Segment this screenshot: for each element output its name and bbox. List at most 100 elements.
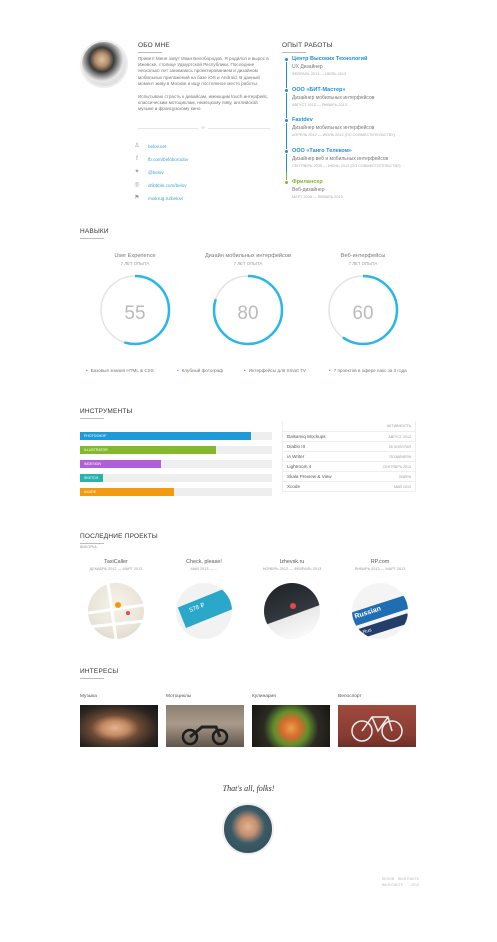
interest-image-music — [80, 705, 158, 747]
project-card[interactable]: Izhevsk.ru НОЯБРЬ 2012 — ФЕВРАЛЬ 2013 — [258, 559, 326, 639]
skill-years: 7 ЛЕТ ОПЫТА — [120, 261, 150, 266]
footer-links-2: ВКОНТАКТЕ 2013 — [398, 876, 419, 888]
skill-bullet: Клубный фотограф — [177, 368, 223, 373]
footer-link: 2013 — [411, 883, 419, 887]
footer-avatar — [222, 803, 274, 855]
interest-image-cooking — [252, 705, 330, 747]
tools-table-header: АКТИВНОСТЬ — [386, 424, 411, 428]
tool-name: Skala Preview & View — [287, 474, 332, 479]
project-image-map — [88, 583, 144, 639]
tool-bar: INDESIGN — [80, 460, 161, 468]
project-card[interactable]: RP.com ЯНВАРЬ 2013 — МАРТ 2013 Russian R… — [346, 559, 414, 639]
project-name: Izhevsk.ru — [279, 559, 305, 565]
tool-bar: SKETCH — [80, 474, 104, 482]
skill-card: Дизайн мобильных интерфейсов 7 ЛЕТ ОПЫТА… — [205, 253, 291, 348]
tool-bar: ILLUSTRATOR — [80, 446, 217, 454]
tool-name: Lightroom 4 — [287, 464, 312, 469]
project-card[interactable]: TaxiCaller ДЕКАБРЬ 2012 — МАРТ 2013 — [82, 559, 150, 639]
job-company: Фрилансер — [292, 179, 323, 185]
skill-value: 55 — [124, 303, 146, 324]
project-date: ЯНВАРЬ 2013 — МАРТ 2013 — [354, 567, 406, 571]
contact-dribbble[interactable]: ◎ dribbble.com/belov — [134, 180, 274, 190]
project-name: TaxiCaller — [104, 559, 128, 565]
project-image-site: Russian Rus — [352, 583, 408, 639]
skill-bullet: Интерфейсы для Smart TV — [244, 368, 306, 373]
project-date: НОЯБРЬ 2012 — ФЕВРАЛЬ 2013 — [262, 567, 322, 571]
contact-moikrug-text: moikrug.ru/belov/ — [148, 195, 184, 201]
tool-bars: PHOTOSHOP ILLUSTRATOR INDESIGN SKETCH AX… — [80, 432, 272, 496]
interest-item[interactable]: Велоспорт — [338, 694, 416, 747]
timeline-dot — [284, 88, 289, 93]
interest-item[interactable]: Кулинария — [252, 694, 330, 747]
experience-heading: ОПЫТ РАБОТЫ — [282, 42, 333, 53]
tool-name: iA Writer — [287, 454, 305, 459]
tool-date: ПОЗАВЧЕРА — [389, 454, 411, 459]
projects-heading: ПОСЛЕДНИЕ ПРОЕКТЫ — [80, 533, 158, 544]
job-item: Центр Высоких Технологий UX Дизайнер ФЕВ… — [292, 56, 462, 76]
divider-ornament-icon: ∞ — [198, 125, 208, 131]
contact-moikrug[interactable]: ⚑ moikrug.ru/belov/ — [134, 193, 274, 203]
timeline-dot — [284, 149, 289, 154]
interest-label: Мотоциклы — [166, 694, 192, 699]
flag-icon: ⚑ — [134, 195, 140, 201]
tool-bar-track: SKETCH — [80, 474, 272, 482]
interest-image-motorcycle — [166, 705, 244, 747]
tools-table: АКТИВНОСТЬ Balsamiq Mockups АВГУСТ 2013 D… — [282, 421, 416, 492]
table-row: Skala Preview & View ВЧЕРА — [283, 471, 415, 481]
project-card[interactable]: Check, please! МАЙ 2013 — ... 578 ₽ — [170, 559, 238, 639]
skill-years: 7 ЛЕТ ОПЫТА — [233, 261, 263, 266]
about-paragraph-2: Испытываю страсть к девайсам, имеющим to… — [138, 94, 269, 112]
tool-bar: AXURE — [80, 488, 175, 496]
facebook-icon: f — [136, 156, 138, 162]
timeline-dot — [284, 180, 289, 185]
tool-date: СЕНТЯБРЬ 2013 — [382, 464, 411, 469]
interest-item[interactable]: Музыка — [80, 694, 158, 747]
job-company: Fastdev — [292, 117, 313, 123]
job-date: АПРЕЛЬ 2012 — ИЮЛЬ 2012 (ПО СОВМЕСТИТЕЛЬ… — [292, 133, 395, 137]
twitter-icon: ✦ — [134, 169, 140, 175]
project-date: ДЕКАБРЬ 2012 — МАРТ 2013 — [89, 567, 143, 571]
table-row: Diablo III 26 ЗОЛОТАЯ — [283, 441, 415, 451]
contact-facebook-text: fb.com/beloborodov — [148, 156, 189, 162]
project-name: Check, please! — [186, 559, 222, 565]
job-date: АВГУСТ 2012 — ЯНВАРЬ 2013 — [292, 103, 347, 107]
job-role: Дизайнер мобильных интерфейсов — [292, 95, 375, 101]
interest-item[interactable]: Мотоциклы — [166, 694, 244, 747]
job-role: Дизайнер веб и мобильных интерфейсов — [292, 156, 389, 162]
job-role: Веб-дизайнер — [292, 187, 325, 193]
tool-date: АВГУСТ 2013 — [388, 434, 411, 439]
timeline-dot — [284, 57, 289, 62]
project-name: RP.com — [370, 559, 390, 565]
contact-website[interactable]: ♙ belov.net — [134, 141, 274, 151]
tool-name: Diablo III — [287, 444, 306, 449]
app-banner-text: 578 ₽ — [177, 588, 232, 628]
skill-years: 7 ЛЕТ ОПЫТА — [348, 261, 378, 266]
tool-name: Xcode — [287, 484, 301, 489]
table-row: iA Writer ПОЗАВЧЕРА — [283, 451, 415, 461]
about-heading: ОБО МНЕ — [138, 42, 170, 53]
contact-twitter[interactable]: ✦ @belov — [134, 167, 274, 177]
tool-date: 26 ЗОЛОТАЯ — [388, 444, 411, 449]
contact-website-text: belov.net — [148, 143, 167, 149]
job-role: Дизайнер мобильных интерфейсов — [292, 125, 375, 131]
tool-bar: PHOTOSHOP — [80, 432, 251, 440]
job-date: ФЕВРАЛЬ 2013 — ИЮЛЬ 2013 — [292, 72, 347, 76]
job-company: ООО «Танго Телеком» — [292, 148, 352, 154]
interests-heading: ИНТЕРЕСЫ — [80, 668, 118, 679]
skill-bullet: 7 проектов в офере пакс за 3 года — [329, 368, 407, 373]
projects-subheading: ВЫБОРКА — [80, 545, 97, 549]
skill-value: 80 — [237, 303, 259, 324]
project-image-app: 578 ₽ — [176, 583, 232, 639]
contact-list: ♙ belov.net f fb.com/beloborodov ✦ @belov ◎… — [134, 141, 274, 203]
job-company: ООО «БИТ-Мастер» — [292, 87, 346, 93]
tool-bar-track: ILLUSTRATOR — [80, 446, 272, 454]
job-item: ООО «Танго Телеком» Дизайнер веб и мобил… — [292, 148, 462, 168]
job-item: ООО «БИТ-Мастер» Дизайнер мобильных инте… — [292, 87, 462, 107]
job-company: Центр Высоких Технологий — [292, 56, 368, 62]
skill-card: User Experience 7 ЛЕТ ОПЫТА 55 — [92, 253, 178, 348]
tool-bar-track: AXURE — [80, 488, 272, 496]
contact-facebook[interactable]: f fb.com/beloborodov — [134, 154, 274, 164]
tool-bar-track: INDESIGN — [80, 460, 272, 468]
contact-twitter-text: @belov — [148, 169, 164, 175]
interest-label: Кулинария — [252, 694, 276, 699]
